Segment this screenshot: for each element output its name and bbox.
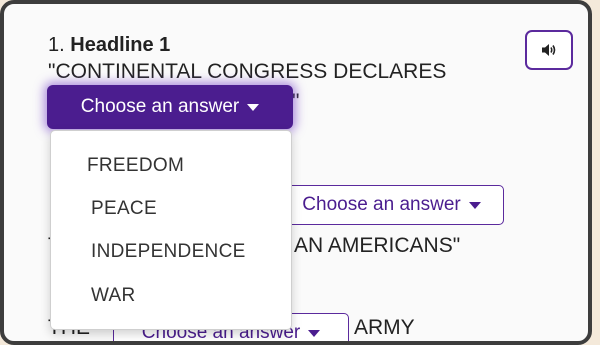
headline-line-4-end: ARMY xyxy=(354,316,415,339)
caret-down-icon xyxy=(468,201,481,209)
answer-select-2[interactable]: Choose an answer xyxy=(279,185,504,225)
question-card: 1. Headline 1 "CONTINENTAL CONGRESS DECL… xyxy=(0,0,592,345)
audio-button[interactable] xyxy=(525,30,573,70)
dropdown-option-peace[interactable]: PEACE xyxy=(91,198,157,220)
dropdown-option-war[interactable]: WAR xyxy=(91,285,136,307)
dropdown-option-independence[interactable]: INDEPENDENCE xyxy=(91,241,246,263)
answer-select-2-label: Choose an answer xyxy=(302,194,461,215)
headline-line-3-end: AN AMERICANS" xyxy=(294,234,461,257)
answer-dropdown-menu: FREEDOM PEACE INDEPENDENCE WAR xyxy=(50,130,292,330)
headline-line-1: "CONTINENTAL CONGRESS DECLARES xyxy=(48,60,447,83)
dropdown-option-freedom[interactable]: FREEDOM xyxy=(87,155,184,177)
quote-fragment: " xyxy=(292,90,300,113)
question-title: 1. Headline 1 xyxy=(48,34,170,57)
headline-label: Headline 1 xyxy=(70,34,171,56)
question-number: 1. xyxy=(48,34,65,56)
caret-down-icon xyxy=(247,103,260,111)
caret-down-icon xyxy=(308,329,321,337)
answer-select-1[interactable]: Choose an answer xyxy=(47,85,293,129)
answer-select-1-label: Choose an answer xyxy=(80,96,240,117)
speaker-volume-icon xyxy=(542,44,556,56)
